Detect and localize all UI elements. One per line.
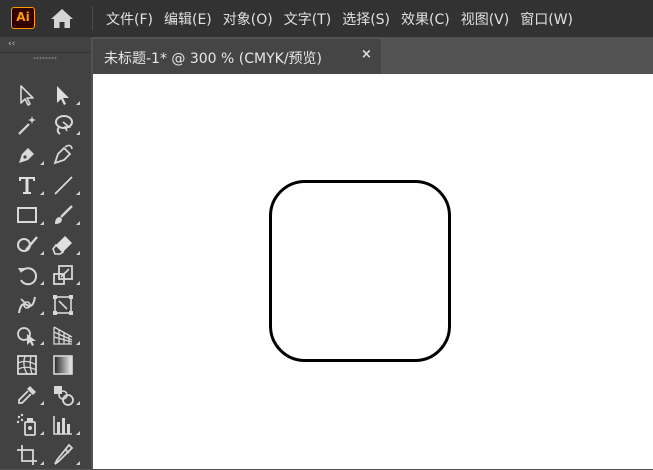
flyout-indicator xyxy=(40,161,44,165)
tools-panel: ‹‹ xyxy=(0,37,91,469)
rotate-tool[interactable] xyxy=(12,260,48,290)
flyout-indicator xyxy=(40,431,44,435)
scale-icon xyxy=(53,265,73,285)
menu-edit[interactable]: 编辑(E) xyxy=(159,9,217,29)
pen-tool[interactable] xyxy=(12,140,48,170)
eyedropper-icon xyxy=(18,386,36,404)
menu-divider xyxy=(92,6,93,30)
flyout-indicator xyxy=(40,191,44,195)
flyout-indicator xyxy=(76,281,80,285)
flyout-indicator xyxy=(40,461,44,465)
flyout-indicator xyxy=(40,281,44,285)
collapse-panel-button[interactable]: ‹‹ xyxy=(8,38,15,50)
lasso-icon xyxy=(55,115,73,135)
direct-selection-arrow-icon xyxy=(57,86,69,105)
document-tab[interactable]: 未标题-1* @ 300 % (CMYK/预览) × xyxy=(93,39,381,74)
puppet-warp-tool[interactable] xyxy=(12,290,48,320)
scale-tool[interactable] xyxy=(48,260,84,290)
free-transform-tool[interactable] xyxy=(48,290,84,320)
menu-items: 文件(F) 编辑(E) 对象(O) 文字(T) 选择(S) 效果(C) 视图(V… xyxy=(101,0,579,37)
paintbrush-icon xyxy=(55,205,73,224)
flyout-indicator xyxy=(40,401,44,405)
curvature-pen-icon xyxy=(53,144,73,165)
rectangle-icon xyxy=(17,207,37,223)
flyout-indicator xyxy=(76,251,80,255)
shaper-tool[interactable] xyxy=(12,230,48,260)
flyout-indicator xyxy=(40,311,44,315)
gradient-icon xyxy=(53,355,73,375)
menu-view[interactable]: 视图(V) xyxy=(456,9,515,29)
line-segment-icon xyxy=(54,176,73,195)
rectangle-tool[interactable] xyxy=(12,200,48,230)
flyout-indicator xyxy=(76,191,80,195)
column-graph-tool[interactable] xyxy=(48,410,84,440)
tool-grid xyxy=(12,80,84,470)
column-graph-icon xyxy=(53,416,72,435)
eyedropper-tool[interactable] xyxy=(12,380,48,410)
artboard-icon xyxy=(17,445,37,465)
type-tool[interactable] xyxy=(12,170,48,200)
symbol-sprayer-tool[interactable] xyxy=(12,410,48,440)
menu-object[interactable]: 对象(O) xyxy=(218,9,278,29)
blend-icon xyxy=(54,386,74,406)
flyout-indicator xyxy=(76,101,80,105)
free-transform-icon xyxy=(53,295,73,315)
mesh-icon xyxy=(17,355,37,375)
flyout-indicator xyxy=(40,221,44,225)
flyout-indicator xyxy=(76,221,80,225)
eraser-tool[interactable] xyxy=(48,230,84,260)
app-logo[interactable]: Ai xyxy=(11,7,35,29)
direct-selection-tool[interactable] xyxy=(48,80,84,110)
blend-tool[interactable] xyxy=(48,380,84,410)
shape-builder-tool[interactable] xyxy=(12,320,48,350)
menu-file[interactable]: 文件(F) xyxy=(101,9,158,29)
magic-wand-icon xyxy=(18,116,36,135)
flyout-indicator xyxy=(40,341,44,345)
pen-nib-icon xyxy=(19,148,34,163)
home-icon[interactable] xyxy=(49,7,75,30)
selection-arrow-icon xyxy=(20,85,34,106)
selection-tool[interactable] xyxy=(12,80,48,110)
menu-type[interactable]: 文字(T) xyxy=(279,9,336,29)
flyout-indicator xyxy=(76,461,80,465)
artboard-canvas[interactable] xyxy=(93,74,653,469)
slice-knife-icon xyxy=(54,443,74,465)
rotate-icon xyxy=(18,267,38,286)
menu-select[interactable]: 选择(S) xyxy=(337,9,395,29)
panel-header-divider xyxy=(0,52,91,53)
eraser-icon xyxy=(52,236,72,255)
mesh-tool[interactable] xyxy=(12,350,48,380)
menu-window[interactable]: 窗口(W) xyxy=(515,9,578,29)
artboard-tool[interactable] xyxy=(12,440,48,470)
perspective-grid-tool[interactable] xyxy=(48,320,84,350)
menu-effect[interactable]: 效果(C) xyxy=(396,9,455,29)
rounded-rectangle-shape[interactable] xyxy=(269,180,451,362)
magic-wand-tool[interactable] xyxy=(12,110,48,140)
panel-drag-grip[interactable] xyxy=(33,56,57,60)
perspective-grid-icon xyxy=(53,326,73,345)
type-t-icon xyxy=(19,177,35,194)
symbol-sprayer-icon xyxy=(16,413,36,436)
gradient-tool[interactable] xyxy=(48,350,84,380)
lasso-tool[interactable] xyxy=(48,110,84,140)
flyout-indicator xyxy=(76,131,80,135)
menu-bar: Ai 文件(F) 编辑(E) 对象(O) 文字(T) 选择(S) 效果(C) 视… xyxy=(0,0,653,37)
shaper-icon xyxy=(17,236,38,252)
flyout-indicator xyxy=(40,251,44,255)
flyout-indicator xyxy=(76,431,80,435)
document-tab-bar: 未标题-1* @ 300 % (CMYK/预览) × xyxy=(91,37,653,74)
slice-tool[interactable] xyxy=(48,440,84,470)
puppet-warp-icon xyxy=(18,296,36,314)
flyout-indicator xyxy=(76,341,80,345)
paintbrush-tool[interactable] xyxy=(48,200,84,230)
shape-builder-icon xyxy=(17,327,36,346)
flyout-indicator xyxy=(76,401,80,405)
document-tab-title: 未标题-1* @ 300 % (CMYK/预览) xyxy=(104,51,323,67)
line-segment-tool[interactable] xyxy=(48,170,84,200)
close-tab-icon[interactable]: × xyxy=(361,47,372,62)
curvature-tool[interactable] xyxy=(48,140,84,170)
